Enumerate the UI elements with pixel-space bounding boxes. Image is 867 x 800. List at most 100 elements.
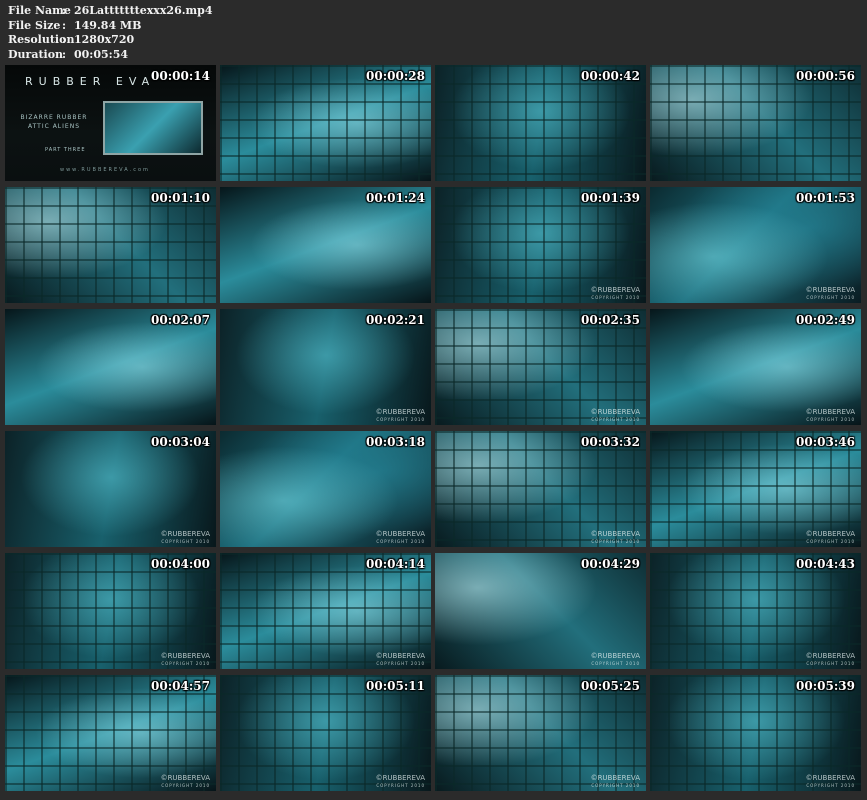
watermark-copyright: COPYRIGHT 2010 bbox=[161, 661, 210, 666]
thumbnail[interactable]: 00:01:39 ©RUBBEREVA COPYRIGHT 2010 bbox=[435, 187, 646, 303]
file-name-label: File Name bbox=[8, 4, 71, 17]
separator: : bbox=[62, 4, 67, 17]
watermark-copyright: COPYRIGHT 2010 bbox=[591, 783, 640, 788]
watermark-brand: ©RUBBEREVA bbox=[590, 652, 640, 660]
resolution-row: Resolution : 1280x720 bbox=[8, 33, 213, 48]
thumbnail-timestamp: 00:01:10 bbox=[151, 191, 210, 205]
watermark-brand: ©RUBBEREVA bbox=[375, 652, 425, 660]
file-name-value: 26Latttttttexxx26.mp4 bbox=[74, 4, 213, 17]
title-card-subtitle-line: ATTIC ALIENS bbox=[27, 123, 81, 130]
contact-sheet: File Name : 26Latttttttexxx26.mp4 File S… bbox=[0, 0, 867, 800]
thumbnail[interactable]: 00:01:53 ©RUBBEREVA COPYRIGHT 2010 bbox=[650, 187, 861, 303]
thumbnail-timestamp: 00:05:11 bbox=[366, 679, 425, 693]
watermark-brand: ©RUBBEREVA bbox=[375, 408, 425, 416]
watermark: ©RUBBEREVA COPYRIGHT 2010 bbox=[591, 653, 640, 667]
thumbnail[interactable]: 00:05:39 ©RUBBEREVA COPYRIGHT 2010 bbox=[650, 675, 861, 791]
watermark-brand: ©RUBBEREVA bbox=[590, 408, 640, 416]
watermark-brand: ©RUBBEREVA bbox=[805, 774, 855, 782]
watermark: ©RUBBEREVA COPYRIGHT 2010 bbox=[806, 287, 855, 301]
thumbnail-timestamp: 00:05:25 bbox=[581, 679, 640, 693]
thumbnail[interactable]: 00:04:00 ©RUBBEREVA COPYRIGHT 2010 bbox=[5, 553, 216, 669]
watermark-brand: ©RUBBEREVA bbox=[590, 774, 640, 782]
watermark-brand: ©RUBBEREVA bbox=[805, 408, 855, 416]
watermark-copyright: COPYRIGHT 2010 bbox=[806, 295, 855, 300]
file-size-row: File Size : 149.84 MB bbox=[8, 19, 213, 34]
thumbnail[interactable]: 00:02:49 ©RUBBEREVA COPYRIGHT 2010 bbox=[650, 309, 861, 425]
watermark: ©RUBBEREVA COPYRIGHT 2010 bbox=[376, 653, 425, 667]
thumbnail-timestamp: 00:00:42 bbox=[581, 69, 640, 83]
watermark-brand: ©RUBBEREVA bbox=[590, 286, 640, 294]
separator: : bbox=[62, 33, 67, 46]
watermark: ©RUBBEREVA COPYRIGHT 2010 bbox=[806, 775, 855, 789]
thumbnail[interactable]: RUBBER EVA BIZARRE RUBBER ATTIC ALIENS P… bbox=[5, 65, 216, 181]
duration-label: Duration bbox=[8, 47, 64, 61]
file-name-row: File Name : 26Latttttttexxx26.mp4 bbox=[8, 4, 213, 19]
thumbnail[interactable]: 00:00:56 bbox=[650, 65, 861, 181]
watermark-brand: ©RUBBEREVA bbox=[805, 286, 855, 294]
thumbnail-timestamp: 00:00:56 bbox=[796, 69, 855, 83]
thumbnail[interactable]: 00:01:24 bbox=[220, 187, 431, 303]
watermark-copyright: COPYRIGHT 2010 bbox=[376, 783, 425, 788]
thumbnail-timestamp: 00:01:39 bbox=[581, 191, 640, 205]
thumbnail[interactable]: 00:03:04 ©RUBBEREVA COPYRIGHT 2010 bbox=[5, 431, 216, 547]
watermark: ©RUBBEREVA COPYRIGHT 2010 bbox=[161, 531, 210, 545]
watermark: ©RUBBEREVA COPYRIGHT 2010 bbox=[376, 531, 425, 545]
thumbnail[interactable]: 00:04:14 ©RUBBEREVA COPYRIGHT 2010 bbox=[220, 553, 431, 669]
watermark-brand: ©RUBBEREVA bbox=[160, 652, 210, 660]
thumbnail-timestamp: 00:02:21 bbox=[366, 313, 425, 327]
watermark: ©RUBBEREVA COPYRIGHT 2010 bbox=[806, 653, 855, 667]
thumbnail[interactable]: 00:04:29 ©RUBBEREVA COPYRIGHT 2010 bbox=[435, 553, 646, 669]
thumbnail[interactable]: 00:02:07 bbox=[5, 309, 216, 425]
thumbnail-timestamp: 00:04:00 bbox=[151, 557, 210, 571]
thumbnail[interactable]: 00:04:43 ©RUBBEREVA COPYRIGHT 2010 bbox=[650, 553, 861, 669]
thumbnail[interactable]: 00:03:18 ©RUBBEREVA COPYRIGHT 2010 bbox=[220, 431, 431, 547]
watermark-copyright: COPYRIGHT 2010 bbox=[591, 295, 640, 300]
thumbnail[interactable]: 00:03:46 ©RUBBEREVA COPYRIGHT 2010 bbox=[650, 431, 861, 547]
thumbnail-timestamp: 00:02:49 bbox=[796, 313, 855, 327]
watermark-brand: ©RUBBEREVA bbox=[160, 530, 210, 538]
thumbnail[interactable]: 00:02:21 ©RUBBEREVA COPYRIGHT 2010 bbox=[220, 309, 431, 425]
thumbnail[interactable]: 00:00:42 bbox=[435, 65, 646, 181]
thumbnail-timestamp: 00:05:39 bbox=[796, 679, 855, 693]
thumbnail[interactable]: 00:05:11 ©RUBBEREVA COPYRIGHT 2010 bbox=[220, 675, 431, 791]
watermark: ©RUBBEREVA COPYRIGHT 2010 bbox=[591, 287, 640, 301]
thumbnail[interactable]: 00:05:25 ©RUBBEREVA COPYRIGHT 2010 bbox=[435, 675, 646, 791]
title-card-logo: RUBBER EVA bbox=[25, 75, 156, 88]
watermark-copyright: COPYRIGHT 2010 bbox=[161, 539, 210, 544]
duration-value: 00:05:54 bbox=[74, 47, 129, 61]
watermark: ©RUBBEREVA COPYRIGHT 2010 bbox=[806, 531, 855, 545]
resolution-label: Resolution bbox=[8, 33, 75, 46]
watermark-copyright: COPYRIGHT 2010 bbox=[161, 783, 210, 788]
thumbnail[interactable]: 00:03:32 ©RUBBEREVA COPYRIGHT 2010 bbox=[435, 431, 646, 547]
thumbnail-timestamp: 00:00:28 bbox=[366, 69, 425, 83]
thumbnail[interactable]: 00:04:57 ©RUBBEREVA COPYRIGHT 2010 bbox=[5, 675, 216, 791]
duration-row: Duration : 00:05:54 bbox=[8, 48, 213, 63]
separator: : bbox=[62, 47, 67, 61]
resolution-value: 1280x720 bbox=[74, 33, 135, 46]
thumbnail-timestamp: 00:04:29 bbox=[581, 557, 640, 571]
watermark-brand: ©RUBBEREVA bbox=[590, 530, 640, 538]
watermark-copyright: COPYRIGHT 2010 bbox=[591, 661, 640, 666]
thumbnail-timestamp: 00:01:24 bbox=[366, 191, 425, 205]
thumbnail-timestamp: 00:04:57 bbox=[151, 679, 210, 693]
thumbnail-grid: RUBBER EVA BIZARRE RUBBER ATTIC ALIENS P… bbox=[5, 65, 862, 791]
title-card-preview-image bbox=[103, 101, 203, 155]
thumbnail-timestamp: 00:03:32 bbox=[581, 435, 640, 449]
watermark: ©RUBBEREVA COPYRIGHT 2010 bbox=[376, 409, 425, 423]
thumbnail[interactable]: 00:02:35 ©RUBBEREVA COPYRIGHT 2010 bbox=[435, 309, 646, 425]
watermark: ©RUBBEREVA COPYRIGHT 2010 bbox=[591, 775, 640, 789]
title-card-url: www.RUBBEREVA.com bbox=[60, 167, 150, 173]
separator: : bbox=[62, 18, 67, 32]
thumbnail-timestamp: 00:01:53 bbox=[796, 191, 855, 205]
thumbnail[interactable]: 00:01:10 bbox=[5, 187, 216, 303]
thumbnail-timestamp: 00:04:43 bbox=[796, 557, 855, 571]
watermark: ©RUBBEREVA COPYRIGHT 2010 bbox=[161, 653, 210, 667]
watermark-copyright: COPYRIGHT 2010 bbox=[591, 539, 640, 544]
title-card-subtitle: BIZARRE RUBBER ATTIC ALIENS bbox=[19, 113, 89, 131]
watermark-copyright: COPYRIGHT 2010 bbox=[806, 661, 855, 666]
watermark-brand: ©RUBBEREVA bbox=[160, 774, 210, 782]
thumbnail-timestamp: 00:00:14 bbox=[151, 69, 210, 83]
thumbnail[interactable]: 00:00:28 bbox=[220, 65, 431, 181]
title-card-part: PART THREE bbox=[45, 147, 86, 153]
thumbnail-timestamp: 00:02:07 bbox=[151, 313, 210, 327]
